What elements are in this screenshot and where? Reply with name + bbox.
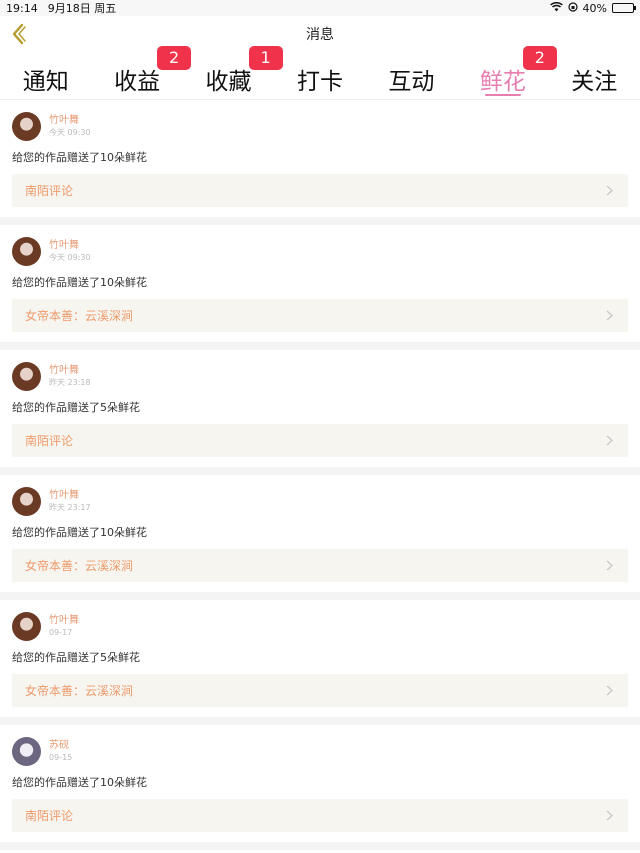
timestamp: 昨天 23:17 (49, 502, 91, 512)
user-info: 竹叶舞 09-17 (49, 615, 79, 638)
message-header: 竹叶舞 昨天 23:18 (12, 360, 628, 392)
message-text: 给您的作品赠送了10朵鲜花 (12, 276, 147, 289)
avatar[interactable] (12, 361, 41, 391)
tab-label: 收藏 (205, 69, 252, 95)
timestamp: 昨天 23:18 (49, 377, 91, 387)
message-card: 苏砚 09-15 给您的作品赠送了10朵鲜花南陌评论 (0, 725, 640, 842)
username[interactable]: 竹叶舞 (49, 490, 91, 502)
username[interactable]: 竹叶舞 (49, 115, 91, 127)
message-header: 竹叶舞 09-17 (12, 610, 628, 642)
message-header: 竹叶舞 今天 09:30 (12, 110, 628, 142)
timestamp: 09-15 (49, 752, 73, 762)
message-text: 给您的作品赠送了5朵鲜花 (12, 401, 140, 414)
chevron-right-icon (604, 434, 614, 448)
message-text: 给您的作品赠送了10朵鲜花 (12, 526, 147, 539)
avatar[interactable] (12, 486, 41, 516)
status-bar: 19:14 9月18日 周五 40% (0, 0, 640, 16)
work-reference-link[interactable]: 女帝本善：云溪深涧 (12, 299, 628, 332)
tab-label: 收益 (114, 69, 161, 95)
tab-6[interactable]: 关注 (549, 52, 640, 100)
battery-percent: 40% (582, 1, 607, 15)
message-header: 苏砚 09-15 (12, 735, 628, 767)
work-title: 南陌评论 (25, 434, 74, 448)
user-info: 竹叶舞 昨天 23:18 (49, 365, 91, 388)
tab-label: 互动 (388, 69, 435, 95)
battery-icon (612, 3, 636, 13)
timestamp: 今天 09:30 (49, 127, 91, 137)
status-date: 9月18日 周五 (47, 2, 117, 15)
avatar[interactable] (12, 236, 41, 266)
message-card: 竹叶舞 今天 09:30 给您的作品赠送了10朵鲜花南陌评论 (0, 100, 640, 217)
status-time: 19:14 (6, 1, 38, 15)
orientation-lock-icon (567, 1, 578, 15)
username[interactable]: 竹叶舞 (49, 615, 79, 627)
user-info: 竹叶舞 今天 09:30 (49, 240, 91, 263)
tab-5[interactable]: 鲜花 2 (457, 46, 557, 100)
tab-4[interactable]: 互动 (366, 52, 457, 100)
tab-1[interactable]: 收益 2 (91, 46, 192, 100)
message-header: 竹叶舞 昨天 23:17 (12, 485, 628, 517)
avatar[interactable] (12, 611, 41, 641)
message-text: 给您的作品赠送了10朵鲜花 (12, 776, 147, 789)
chevron-right-icon (604, 309, 614, 323)
timestamp: 09-17 (49, 627, 73, 637)
work-title: 女帝本善：云溪深涧 (25, 309, 134, 323)
username[interactable]: 苏砚 (49, 740, 72, 752)
chevron-right-icon (604, 809, 614, 823)
chevron-left-icon (12, 23, 26, 45)
tab-label: 鲜花 (479, 69, 526, 95)
message-card: 竹叶舞 昨天 23:17 给您的作品赠送了10朵鲜花 女帝本善：云溪深涧 (0, 475, 640, 592)
tab-2[interactable]: 收藏 1 (183, 46, 283, 100)
message-text: 给您的作品赠送了5朵鲜花 (12, 651, 140, 664)
work-reference-link[interactable]: 女帝本善：云溪深涧 (12, 674, 628, 707)
tab-label: 关注 (571, 69, 618, 95)
work-title: 南陌评论 (25, 809, 74, 823)
tab-label: 打卡 (296, 69, 343, 95)
message-card: 竹叶舞 今天 09:30 给您的作品赠送了10朵鲜花 女帝本善：云溪深涧 (0, 225, 640, 342)
work-reference-link[interactable]: 南陌评论 (12, 799, 628, 832)
tab-0[interactable]: 通知 (0, 52, 91, 100)
work-reference-link[interactable]: 女帝本善：云溪深涧 (12, 549, 628, 582)
tab-3[interactable]: 打卡 (274, 52, 365, 100)
chevron-right-icon (604, 184, 614, 198)
message-card: 竹叶舞 09-17 给您的作品赠送了5朵鲜花女帝本善：云溪深涧 (0, 600, 640, 717)
work-title: 女帝本善：云溪深涧 (25, 559, 134, 573)
tab-label: 通知 (22, 69, 69, 95)
wifi-icon (549, 1, 563, 15)
message-text: 给您的作品赠送了10朵鲜花 (12, 151, 147, 164)
work-title: 南陌评论 (25, 184, 74, 198)
message-list: 竹叶舞 今天 09:30 给您的作品赠送了10朵鲜花 南陌评论 竹叶舞 今天 09:30 给… (0, 100, 640, 853)
avatar[interactable] (12, 111, 41, 141)
active-tab-indicator (484, 94, 521, 96)
username[interactable]: 竹叶舞 (49, 365, 91, 377)
user-info: 苏砚 09-15 (49, 740, 72, 763)
message-card: 竹叶舞 昨天 23:18 给您的作品赠送了5朵鲜花南陌评论 (0, 350, 640, 467)
tab-bar: 通知 收益 2 收藏 1 打卡 互动 鲜花 2 关注 (0, 46, 640, 100)
message-header: 竹叶舞 今天 09:30 (12, 235, 628, 267)
timestamp: 今天 09:30 (49, 252, 91, 262)
user-info: 竹叶舞 昨天 23:17 (49, 490, 91, 513)
avatar[interactable] (12, 736, 41, 766)
username[interactable]: 竹叶舞 (49, 240, 91, 252)
page-title: 消息 (306, 27, 334, 43)
work-reference-link[interactable]: 南陌评论 (12, 424, 628, 457)
user-info: 竹叶舞 今天 09:30 (49, 115, 91, 138)
work-title: 女帝本善：云溪深涧 (25, 684, 134, 698)
chevron-right-icon (604, 559, 614, 573)
back-button[interactable] (6, 21, 30, 47)
work-reference-link[interactable]: 南陌评论 (12, 174, 628, 207)
chevron-right-icon (604, 684, 614, 698)
